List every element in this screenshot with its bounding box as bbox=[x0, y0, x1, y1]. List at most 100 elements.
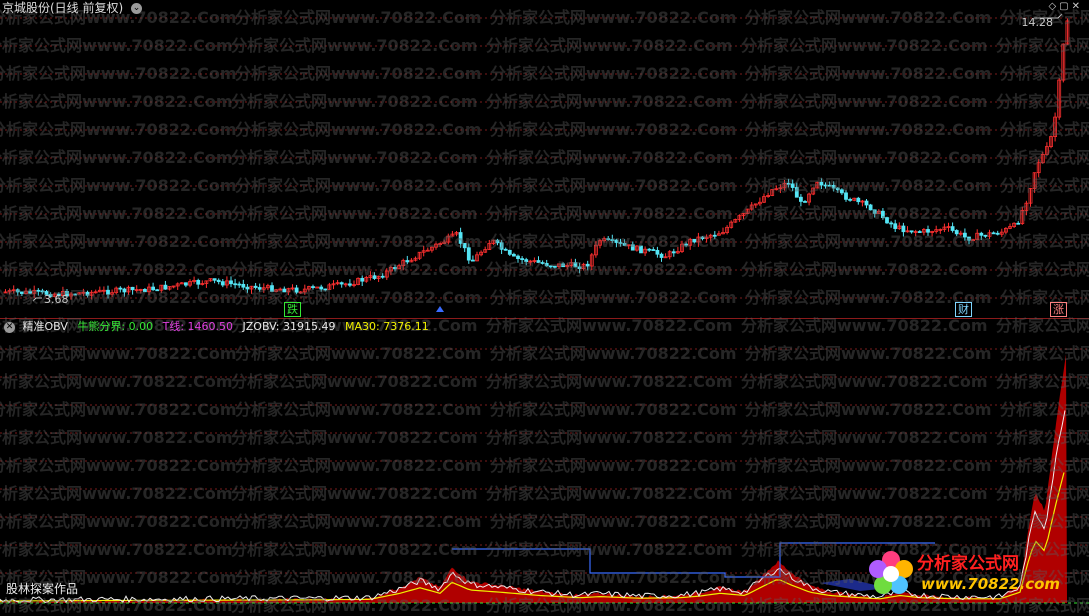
candlestick-chart[interactable] bbox=[0, 0, 1089, 318]
die-badge[interactable]: 跌 bbox=[284, 302, 301, 317]
candle-body bbox=[499, 242, 504, 250]
logo-url: www.70822.com bbox=[921, 575, 1061, 593]
logo-title: 分析家公式网 bbox=[917, 554, 1019, 574]
candle-body bbox=[823, 184, 828, 187]
candle-body bbox=[963, 232, 967, 238]
candle-body bbox=[257, 287, 262, 290]
diamond-icon[interactable]: ◇ bbox=[1048, 1, 1059, 12]
candle-body bbox=[19, 291, 24, 294]
candle-body bbox=[294, 287, 299, 293]
candle-body bbox=[253, 285, 258, 288]
candle-body bbox=[872, 209, 877, 214]
candle-body bbox=[794, 187, 799, 198]
t-line-value: T线: 1460.50 bbox=[162, 320, 234, 333]
low-arrow bbox=[32, 297, 42, 302]
candle-body bbox=[319, 286, 324, 290]
candle-body bbox=[651, 249, 656, 251]
candle-body bbox=[151, 286, 156, 291]
candle-body bbox=[495, 239, 500, 244]
candle-body bbox=[130, 286, 135, 291]
price-pane[interactable]: 京城股份(日线 前复权) ⌄ ◇▢✕ 14.28 3.68 跌 财 涨 bbox=[0, 0, 1089, 318]
candle-body bbox=[577, 266, 582, 269]
square-icon[interactable]: ▢ bbox=[1059, 1, 1071, 12]
candle-body bbox=[237, 283, 242, 286]
candle-body bbox=[954, 230, 959, 235]
candle-body bbox=[655, 249, 660, 255]
candle-body bbox=[909, 230, 914, 233]
candle-body bbox=[163, 284, 168, 290]
candle-body bbox=[512, 253, 516, 257]
candle-body bbox=[979, 232, 984, 236]
candle-body bbox=[835, 187, 840, 191]
candle-body bbox=[466, 247, 471, 261]
candle-body bbox=[983, 234, 988, 237]
candle-body bbox=[840, 189, 844, 194]
candle-body bbox=[520, 258, 524, 261]
candle-body bbox=[926, 229, 930, 233]
cai-badge[interactable]: 财 bbox=[955, 302, 972, 317]
candle-body bbox=[380, 275, 385, 278]
candle-body bbox=[233, 283, 238, 286]
candle-body bbox=[606, 238, 611, 241]
candle-body bbox=[819, 181, 824, 186]
candle-body bbox=[323, 288, 328, 291]
candle-body bbox=[393, 267, 397, 270]
candle-body bbox=[684, 243, 688, 246]
candle-body bbox=[893, 223, 898, 229]
stock-title[interactable]: 京城股份(日线 前复权) bbox=[2, 1, 123, 15]
candle-body bbox=[561, 263, 565, 268]
candle-body bbox=[516, 255, 520, 260]
indicator-menu-icon[interactable]: ✕ bbox=[4, 321, 15, 333]
candle-body bbox=[122, 288, 127, 293]
candle-body bbox=[901, 225, 906, 233]
indicator-pane[interactable]: ✕ 精准OBV 牛熊分界: 0.00 T线: 1460.50 JZOBV: 31… bbox=[0, 318, 1089, 613]
candle-body bbox=[142, 289, 147, 293]
candle-body bbox=[692, 238, 697, 243]
chart-title-row: 京城股份(日线 前复权) ⌄ bbox=[2, 0, 143, 16]
candle-body bbox=[864, 200, 869, 206]
candle-body bbox=[196, 279, 201, 285]
candle-body bbox=[995, 232, 1000, 235]
candle-body bbox=[524, 259, 529, 263]
candle-body bbox=[790, 183, 795, 188]
candle-body bbox=[339, 282, 344, 285]
candle-body bbox=[659, 253, 664, 258]
pane-controls[interactable]: ◇▢✕ bbox=[1048, 1, 1083, 12]
upper-band-line bbox=[452, 542, 935, 578]
bull-bear-value: 牛熊分界: 0.00 bbox=[77, 320, 154, 333]
candle-body bbox=[868, 204, 873, 211]
candle-body bbox=[856, 197, 861, 203]
candle-body bbox=[610, 239, 615, 242]
candle-body bbox=[347, 283, 352, 286]
indicator-name[interactable]: 精准OBV bbox=[23, 320, 68, 333]
candle-body bbox=[573, 262, 578, 268]
candle-body bbox=[712, 234, 717, 237]
candle-body bbox=[540, 262, 545, 264]
candle-body bbox=[553, 265, 557, 268]
candle-body bbox=[548, 265, 553, 268]
candle-body bbox=[799, 196, 803, 202]
candle-body bbox=[360, 277, 365, 282]
candle-body bbox=[15, 289, 20, 293]
close-icon[interactable]: ✕ bbox=[1072, 1, 1083, 12]
flower-logo-icon bbox=[869, 551, 913, 594]
signal-marker bbox=[436, 306, 444, 312]
candle-body bbox=[372, 275, 377, 279]
candle-body bbox=[503, 248, 508, 251]
candle-body bbox=[585, 263, 590, 267]
jzobv-value: JZOBV: 31915.49 bbox=[242, 320, 336, 333]
low-price-label: 3.68 bbox=[44, 293, 69, 306]
candle-body bbox=[106, 289, 110, 295]
candle-body bbox=[803, 201, 807, 203]
candle-body bbox=[229, 280, 233, 285]
candle-body bbox=[671, 251, 676, 254]
candle-body bbox=[245, 286, 250, 290]
zhang-badge[interactable]: 涨 bbox=[1050, 302, 1067, 317]
dropdown-circle-icon[interactable]: ⌄ bbox=[131, 3, 143, 14]
candle-body bbox=[647, 248, 652, 251]
candle-body bbox=[639, 245, 643, 254]
candle-body bbox=[544, 263, 549, 267]
candle-body bbox=[241, 283, 246, 288]
candle-body bbox=[85, 291, 90, 296]
candle-body bbox=[536, 260, 541, 263]
